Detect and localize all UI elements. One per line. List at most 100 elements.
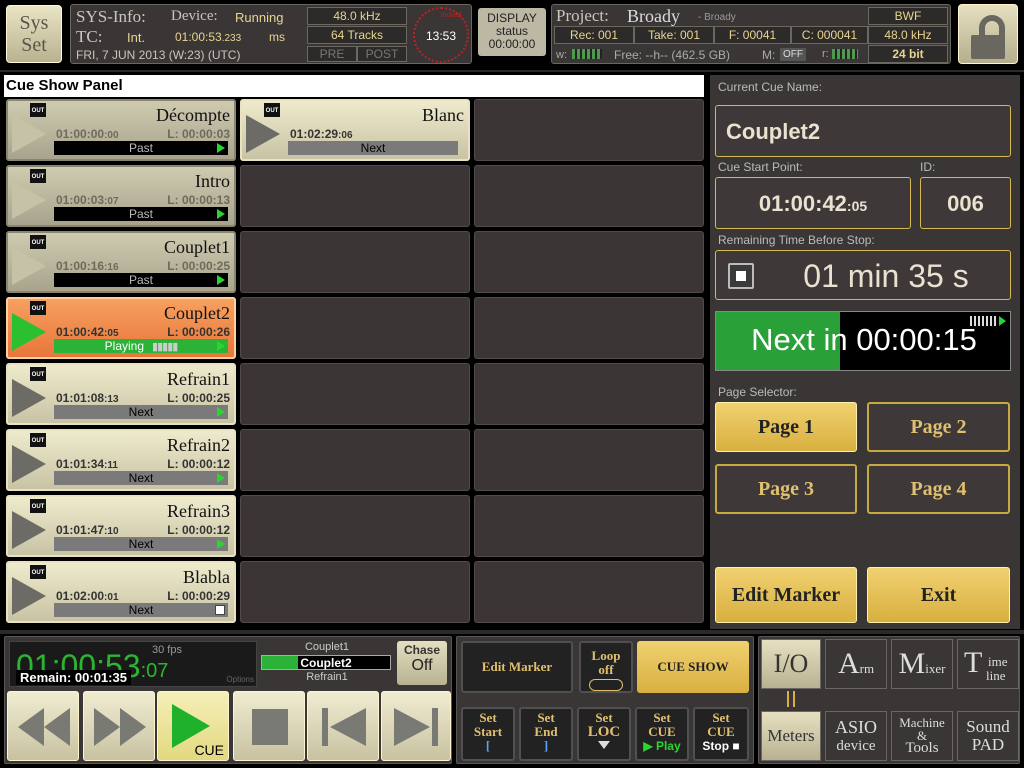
tracks-count: 64 Tracks [307,26,407,44]
exit-button[interactable]: Exit [867,567,1010,623]
cue-title: Refrain1 [167,369,230,389]
empty-cue-slot[interactable] [240,495,470,557]
stop-checkbox[interactable] [728,263,754,289]
cue-status: Next [128,603,154,617]
cue-button[interactable]: OUT Refrain3 01:01:47:10 L: 00:00:12 Next [6,495,236,557]
set-start-button[interactable]: Set Start [ [461,707,515,761]
set-cue-stop-label2: CUE [707,724,735,739]
meters-button[interactable]: Meters [761,711,821,761]
edit-marker-button[interactable]: Edit Marker [715,567,857,623]
cue-show-button[interactable]: CUE SHOW [637,641,749,693]
stop-square-icon [736,271,746,281]
previous-button[interactable] [307,691,379,761]
output-icon: OUT [30,499,46,513]
empty-cue-slot[interactable] [474,363,704,425]
empty-cue-slot[interactable] [240,363,470,425]
cue-timecode: 01:02:00:01 [56,589,119,603]
cue-button[interactable]: OUT Blabla 01:02:00:01 L: 00:00:29 Next [6,561,236,623]
arm-big: A [837,647,860,680]
empty-cue-slot[interactable] [240,561,470,623]
set-cue-stop-label: Set [712,710,730,725]
page-selector-label: Page Selector: [718,385,797,399]
project-rate: 48.0 kHz [868,26,948,44]
empty-cue-slot[interactable] [474,99,704,161]
machine-tools-button[interactable]: Machine & Tools [891,711,953,761]
edit-marker-small-button[interactable]: Edit Marker [461,641,573,693]
fast-forward-button[interactable] [83,691,155,761]
tc-label: TC: [76,27,103,46]
fast-forward-icon [94,708,146,746]
empty-cue-slot[interactable] [240,429,470,491]
set-end-button[interactable]: Set End ] [519,707,573,761]
bottom-separator [0,630,1024,634]
chase-button[interactable]: Chase Off [397,641,447,685]
cue-button[interactable]: OUT Refrain2 01:01:34:11 L: 00:00:12 Next [6,429,236,491]
play-cue-button[interactable]: CUE [157,691,229,761]
cue-status-bar: Next [288,141,458,155]
sound-pad-button[interactable]: Sound PAD [957,711,1019,761]
remaining-box: 01 min 35 s [715,250,1011,300]
mixer-button[interactable]: Mixer [891,639,953,689]
display-status-button[interactable]: DISPLAY status 00:00:00 [478,8,546,56]
empty-cue-slot[interactable] [240,231,470,293]
cue-button[interactable]: OUT Décompte 01:00:00:00 L: 00:00:03 Past [6,99,236,161]
cue-button[interactable]: OUT Couplet1 01:00:16:16 L: 00:00:25 Past [6,231,236,293]
cue-button[interactable]: OUT Couplet2 01:00:42:05 L: 00:00:26 Playing… [6,297,236,359]
cue-button[interactable]: OUT Intro 01:00:03:07 L: 00:00:13 Past [6,165,236,227]
output-icon: OUT [30,301,46,315]
cue-title: Couplet1 [164,237,230,257]
set-cue-stop-button[interactable]: Set CUE Stop ■ [693,707,749,761]
set-cue-play-button[interactable]: Set CUE ▶ Play [635,707,689,761]
play-icon [12,445,46,483]
empty-cue-slot[interactable] [474,561,704,623]
empty-cue-slot[interactable] [474,297,704,359]
io-meters-link-icon [787,691,795,707]
loop-button[interactable]: Loop off [579,641,633,693]
arm-button[interactable]: Arm [825,639,887,689]
loop-state: off [598,662,614,677]
stop-button[interactable] [233,691,305,761]
output-icon: OUT [30,235,46,249]
output-icon: OUT [30,367,46,381]
empty-cue-slot[interactable] [474,429,704,491]
page-1-button[interactable]: Page 1 [715,402,857,452]
next-in-display: Next in 00:00:15 [715,311,1011,371]
page-2-button[interactable]: Page 2 [867,402,1010,452]
empty-cue-slot[interactable] [240,297,470,359]
sys-set-button[interactable]: Sys Set [6,5,62,63]
cue-status: Next [360,141,386,155]
set-end-label2: End [534,724,558,739]
post-indicator: POST [357,46,407,62]
cue-start-point: 01:00:42:05 [715,177,911,229]
active-indicator-icon [217,473,225,483]
empty-cue-slot[interactable] [474,495,704,557]
page-3-button[interactable]: Page 3 [715,464,857,514]
cue-button[interactable]: OUT Blanc 01:02:29:06 Next [240,99,470,161]
cue-status-bar: Playing ▮▮▮▮▮ [54,339,228,353]
empty-cue-slot[interactable] [474,165,704,227]
set-loc-label: Set [595,710,613,725]
next-button[interactable] [381,691,451,761]
w-meter [572,49,602,59]
empty-cue-slot[interactable] [474,231,704,293]
cue-status: Next [128,471,154,485]
cue-button[interactable]: OUT Refrain1 01:01:08:13 L: 00:00:25 Next [6,363,236,425]
tc-value: 01:00:53.233 [175,30,242,44]
lock-button[interactable] [958,4,1018,64]
output-icon: OUT [264,103,280,117]
timeline-button[interactable]: T ime line [957,639,1019,689]
page-4-button[interactable]: Page 4 [867,464,1010,514]
cue-timecode: 01:00:03:07 [56,193,119,207]
options-label[interactable]: Options [226,675,254,684]
cue-info-panel: Current Cue Name: Couplet2 Cue Start Poi… [710,75,1020,629]
play-icon [12,577,46,615]
cue-status: Playing [104,339,145,353]
empty-cue-slot[interactable] [240,165,470,227]
set-loc-button[interactable]: Set LOC [577,707,631,761]
asio-device-button[interactable]: ASIO device [825,711,887,761]
io-button[interactable]: I/O [761,639,821,689]
cue-timecode: 01:02:29:06 [290,127,353,141]
level-meter-icon: ▮▮▮▮▮ [152,341,178,353]
timecode-display: 01:00:53:07 30 fps Options Remain: 00:01… [9,641,257,687]
rewind-button[interactable] [7,691,79,761]
